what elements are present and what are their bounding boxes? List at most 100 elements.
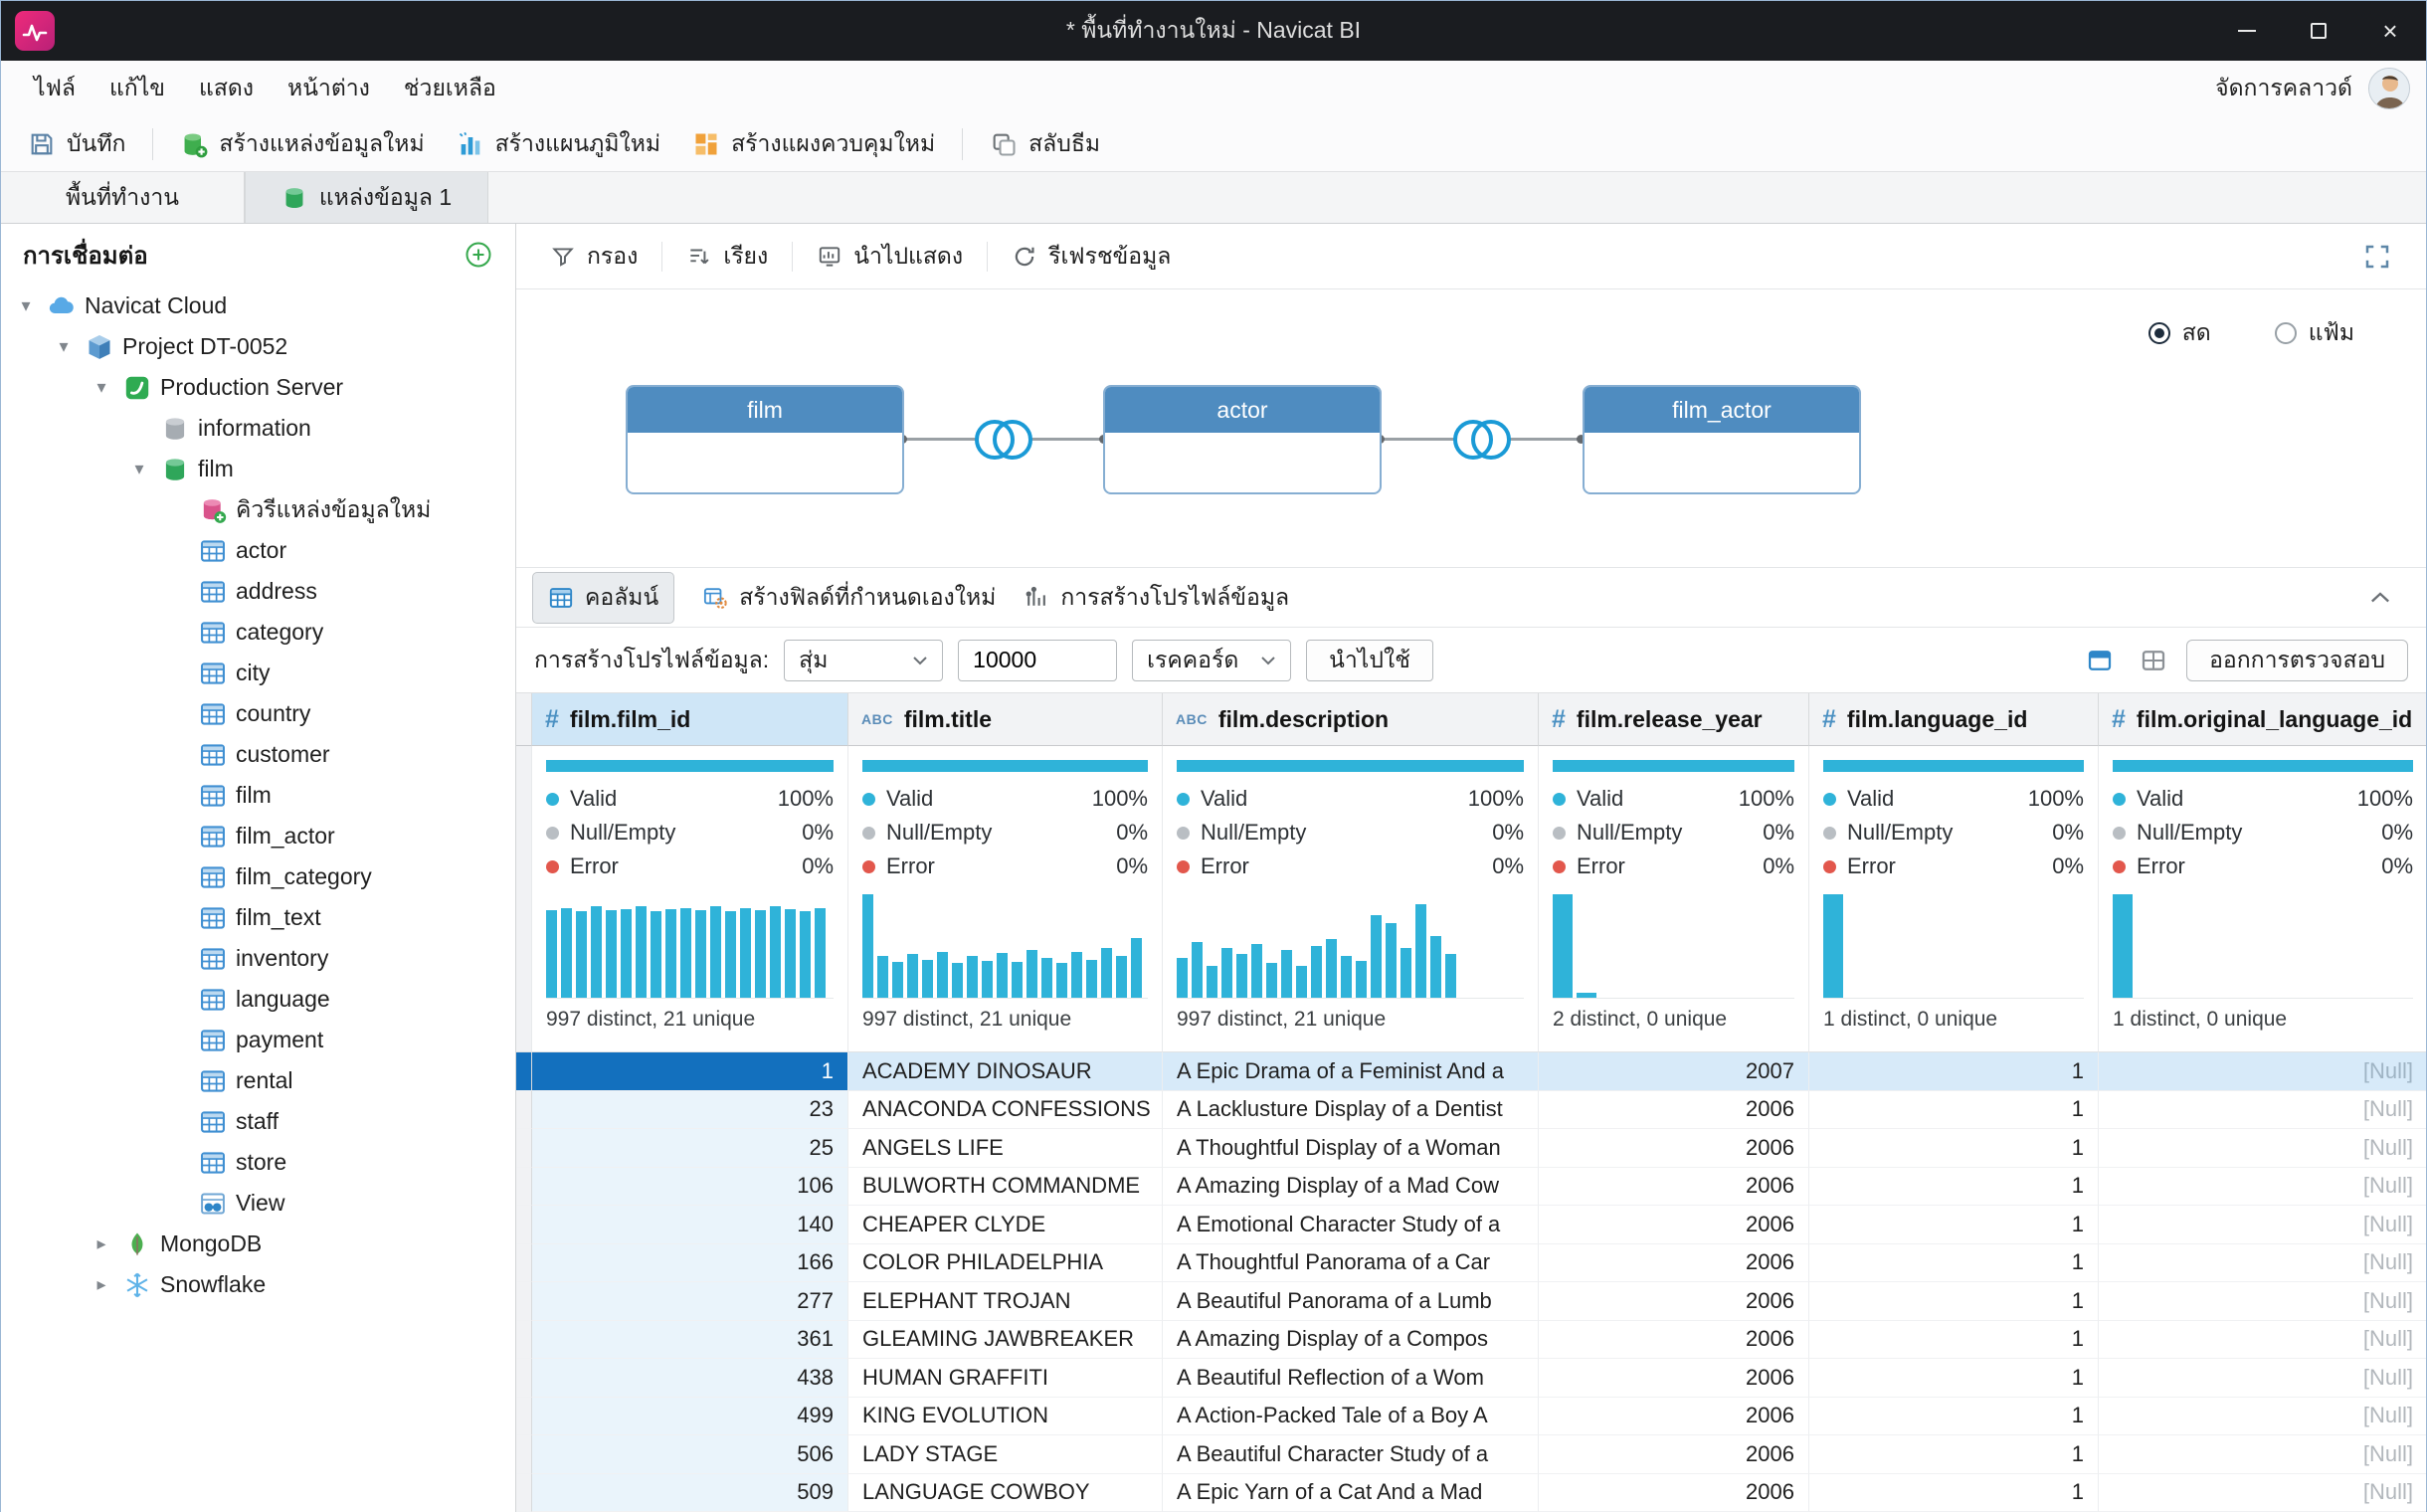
grid-cell[interactable]: A Amazing Display of a Mad Cow	[1163, 1168, 1539, 1207]
grid-cell[interactable]: 1	[1809, 1282, 2099, 1321]
new-chart-button[interactable]: สร้างแผนภูมิใหม่	[444, 120, 673, 168]
row-gutter[interactable]	[516, 1435, 532, 1474]
chevron-down-icon[interactable]: ▾	[51, 336, 77, 357]
grid-cell[interactable]: A Action-Packed Tale of a Boy A	[1163, 1398, 1539, 1436]
column-stats[interactable]: Valid100%Null/Empty0%Error0%997 distinct…	[1163, 746, 1539, 1052]
tree-item[interactable]: ▸Snowflake	[1, 1264, 515, 1305]
column-stats[interactable]: Valid100%Null/Empty0%Error0%1 distinct, …	[1809, 746, 2099, 1052]
grid-cell[interactable]: 361	[532, 1321, 848, 1360]
row-gutter[interactable]	[516, 1474, 532, 1512]
grid-cell[interactable]: A Emotional Character Study of a	[1163, 1206, 1539, 1244]
menu-item[interactable]: ช่วยเหลือ	[387, 61, 513, 116]
grid-cell[interactable]: KING EVOLUTION	[848, 1398, 1163, 1436]
menu-item[interactable]: แก้ไข	[93, 61, 182, 116]
grid-cell[interactable]: GLEAMING JAWBREAKER	[848, 1321, 1163, 1360]
entity-actor[interactable]: actor	[1103, 385, 1382, 494]
sampling-method-select[interactable]: สุ่ม	[784, 640, 943, 681]
grid-cell[interactable]: A Lacklusture Display of a Dentist	[1163, 1091, 1539, 1130]
grid-cell[interactable]: ELEPHANT TROJAN	[848, 1282, 1163, 1321]
tree-item[interactable]: ▾film	[1, 449, 515, 489]
row-gutter[interactable]	[516, 1398, 532, 1436]
grid-cell[interactable]: 2006	[1539, 1091, 1809, 1130]
tree-item[interactable]: customer	[1, 734, 515, 775]
chevron-right-icon[interactable]: ▸	[89, 1274, 114, 1295]
card-view-button[interactable]	[2079, 640, 2121, 681]
row-gutter[interactable]	[516, 1244, 532, 1283]
row-gutter[interactable]	[516, 1282, 532, 1321]
grid-cell[interactable]: 2006	[1539, 1282, 1809, 1321]
tab-workspace[interactable]: พื้นที่ทำงาน	[1, 172, 245, 223]
join-icon[interactable]	[962, 412, 1045, 468]
grid-cell[interactable]: A Epic Yarn of a Cat And a Mad	[1163, 1474, 1539, 1512]
collapse-panel-button[interactable]	[2366, 584, 2410, 612]
grid-cell[interactable]: 506	[532, 1435, 848, 1474]
column-stats[interactable]: Valid100%Null/Empty0%Error0%997 distinct…	[532, 746, 848, 1052]
menu-item[interactable]: แสดง	[182, 61, 271, 116]
entity-film-actor[interactable]: film_actor	[1583, 385, 1861, 494]
tree-item[interactable]: payment	[1, 1020, 515, 1060]
grid-cell[interactable]: 1	[1809, 1052, 2099, 1091]
user-avatar[interactable]	[2368, 68, 2410, 109]
column-stats[interactable]: Valid100%Null/Empty0%Error0%1 distinct, …	[2099, 746, 2426, 1052]
grid-cell[interactable]: 509	[532, 1474, 848, 1512]
grid-cell[interactable]: A Thoughtful Display of a Woman	[1163, 1129, 1539, 1168]
grid-cell[interactable]: 2006	[1539, 1206, 1809, 1244]
grid-cell[interactable]: [Null]	[2099, 1244, 2426, 1283]
new-dashboard-button[interactable]: สร้างแผงควบคุมใหม่	[679, 120, 948, 168]
row-gutter[interactable]	[516, 1359, 532, 1398]
grid-cell[interactable]: A Beautiful Panorama of a Lumb	[1163, 1282, 1539, 1321]
row-gutter[interactable]	[516, 1321, 532, 1360]
join-icon[interactable]	[1440, 412, 1524, 468]
chevron-down-icon[interactable]: ▾	[13, 295, 39, 316]
tree-item[interactable]: ▸MongoDB	[1, 1224, 515, 1264]
grid-cell[interactable]: [Null]	[2099, 1359, 2426, 1398]
grid-cell[interactable]: 1	[1809, 1244, 2099, 1283]
grid-cell[interactable]: 2006	[1539, 1398, 1809, 1436]
tree-item[interactable]: address	[1, 571, 515, 612]
grid-cell[interactable]: A Thoughtful Panorama of a Car	[1163, 1244, 1539, 1283]
maximize-button[interactable]	[2283, 1, 2354, 61]
grid-view-button[interactable]	[2133, 640, 2174, 681]
tree-item[interactable]: category	[1, 612, 515, 653]
minimize-button[interactable]	[2211, 1, 2283, 61]
grid-cell[interactable]: 1	[1809, 1129, 2099, 1168]
save-button[interactable]: บันทึก	[15, 120, 138, 168]
tree-item[interactable]: actor	[1, 530, 515, 571]
grid-cell[interactable]: [Null]	[2099, 1168, 2426, 1207]
grid-cell[interactable]: 1	[1809, 1321, 2099, 1360]
grid-cell[interactable]: [Null]	[2099, 1206, 2426, 1244]
chevron-down-icon[interactable]: ▾	[126, 459, 152, 479]
grid-cell[interactable]: 1	[1809, 1359, 2099, 1398]
grid-cell[interactable]: [Null]	[2099, 1398, 2426, 1436]
grid-cell[interactable]: 499	[532, 1398, 848, 1436]
grid-cell[interactable]: 2006	[1539, 1244, 1809, 1283]
column-header[interactable]: ABCfilm.description	[1163, 693, 1539, 746]
grid-cell[interactable]: BULWORTH COMMANDME	[848, 1168, 1163, 1207]
tree-item[interactable]: staff	[1, 1101, 515, 1142]
grid-cell[interactable]: [Null]	[2099, 1474, 2426, 1512]
filter-button[interactable]: กรอง	[538, 239, 650, 275]
grid-cell[interactable]: [Null]	[2099, 1321, 2426, 1360]
grid-cell[interactable]: ANGELS LIFE	[848, 1129, 1163, 1168]
column-header[interactable]: #film.film_id	[532, 693, 848, 746]
column-header[interactable]: #film.release_year	[1539, 693, 1809, 746]
close-button[interactable]: ×	[2354, 1, 2426, 61]
grid-cell[interactable]: 2006	[1539, 1129, 1809, 1168]
grid-cell[interactable]: 25	[532, 1129, 848, 1168]
tree-item[interactable]: film_actor	[1, 816, 515, 856]
tree-item[interactable]: inventory	[1, 938, 515, 979]
grid-cell[interactable]: COLOR PHILADELPHIA	[848, 1244, 1163, 1283]
grid-cell[interactable]: [Null]	[2099, 1129, 2426, 1168]
tree-item[interactable]: information	[1, 408, 515, 449]
grid-cell[interactable]: LADY STAGE	[848, 1435, 1163, 1474]
column-header[interactable]: #film.original_language_id	[2099, 693, 2426, 746]
grid-cell[interactable]: [Null]	[2099, 1435, 2426, 1474]
grid-cell[interactable]: 1	[1809, 1206, 2099, 1244]
row-gutter[interactable]	[516, 1091, 532, 1130]
chevron-right-icon[interactable]: ▸	[89, 1233, 114, 1254]
grid-cell[interactable]: 2006	[1539, 1321, 1809, 1360]
tree-item[interactable]: ▾Production Server	[1, 367, 515, 408]
grid-cell[interactable]: 140	[532, 1206, 848, 1244]
grid-cell[interactable]: 2006	[1539, 1168, 1809, 1207]
apply-button[interactable]: นำไปใช้	[1306, 640, 1433, 681]
